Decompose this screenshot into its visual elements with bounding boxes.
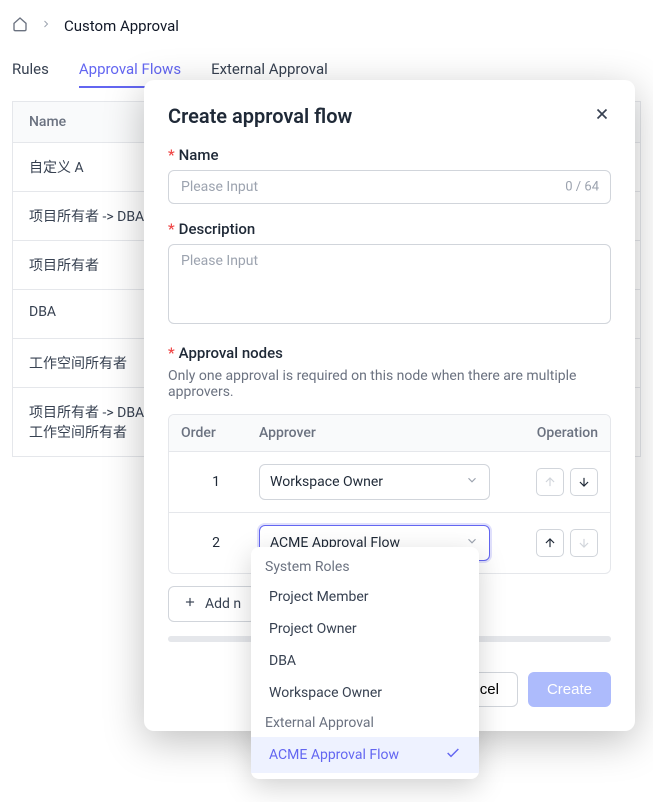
approval-nodes-hint: Only one approval is required on this no… [168, 368, 611, 400]
add-node-label: Add n [205, 596, 241, 612]
dropdown-item-acme-approval-flow[interactable]: ACME Approval Flow [251, 737, 479, 773]
chevron-down-icon [465, 473, 479, 491]
chevron-right-icon [40, 18, 52, 34]
approver-value: Workspace Owner [270, 474, 383, 490]
approver-select[interactable]: Workspace Owner [259, 464, 490, 500]
approval-nodes-label: * Approval nodes [168, 344, 611, 362]
dropdown-item-label: DBA [269, 653, 296, 669]
name-label-text: Name [179, 146, 219, 164]
dropdown-item-workspace-owner[interactable]: Workspace Owner [251, 677, 479, 709]
move-down-button[interactable] [570, 468, 598, 496]
description-label-text: Description [179, 220, 256, 238]
check-icon [445, 745, 461, 765]
node-row: 1 Workspace Owner [169, 452, 610, 513]
description-field[interactable] [168, 244, 611, 324]
name-label: * Name [168, 146, 611, 164]
dropdown-item-label: Project Member [269, 589, 369, 605]
add-node-button[interactable]: Add n [168, 586, 256, 622]
dropdown-item-dba[interactable]: DBA [251, 645, 479, 677]
plus-icon [183, 595, 197, 613]
move-up-button[interactable] [536, 529, 564, 557]
order-cell: 2 [181, 535, 251, 551]
home-icon[interactable] [12, 16, 28, 36]
move-up-button[interactable] [536, 468, 564, 496]
char-count: 0 / 64 [565, 180, 599, 195]
col-order: Order [181, 425, 251, 441]
col-operation: Operation [498, 425, 598, 441]
breadcrumb: Custom Approval [0, 0, 653, 52]
col-approver: Approver [259, 425, 490, 441]
approver-dropdown: System Roles Project Member Project Owne… [251, 547, 479, 779]
required-marker: * [168, 146, 175, 164]
row-name: 自定义 A [29, 157, 84, 177]
dropdown-item-project-owner[interactable]: Project Owner [251, 613, 479, 645]
dropdown-group-system-roles: System Roles [251, 553, 479, 581]
row-name: 工作空间所有者 [29, 353, 127, 373]
tab-rules[interactable]: Rules [12, 52, 49, 88]
row-name: 项目所有者 -> DBA -> 工作空间所有者 [29, 402, 159, 442]
row-name: DBA [29, 304, 56, 320]
order-cell: 1 [181, 474, 251, 490]
create-button[interactable]: Create [528, 672, 611, 707]
close-icon[interactable] [593, 105, 611, 127]
scroll-thumb[interactable] [471, 636, 611, 642]
row-name: 项目所有者 [29, 255, 99, 275]
approval-nodes-label-text: Approval nodes [179, 344, 283, 362]
required-marker: * [168, 344, 175, 362]
required-marker: * [168, 220, 175, 238]
row-name: 项目所有者 -> DBA [29, 206, 144, 226]
dropdown-item-label: ACME Approval Flow [269, 747, 399, 763]
modal-title: Create approval flow [168, 104, 352, 128]
description-label: * Description [168, 220, 611, 238]
dropdown-item-project-member[interactable]: Project Member [251, 581, 479, 613]
dropdown-item-label: Project Owner [269, 621, 357, 637]
breadcrumb-current[interactable]: Custom Approval [64, 17, 179, 35]
name-field[interactable] [168, 170, 611, 204]
move-down-button[interactable] [570, 529, 598, 557]
dropdown-item-label: Workspace Owner [269, 685, 382, 701]
dropdown-group-external-approval: External Approval [251, 709, 479, 737]
